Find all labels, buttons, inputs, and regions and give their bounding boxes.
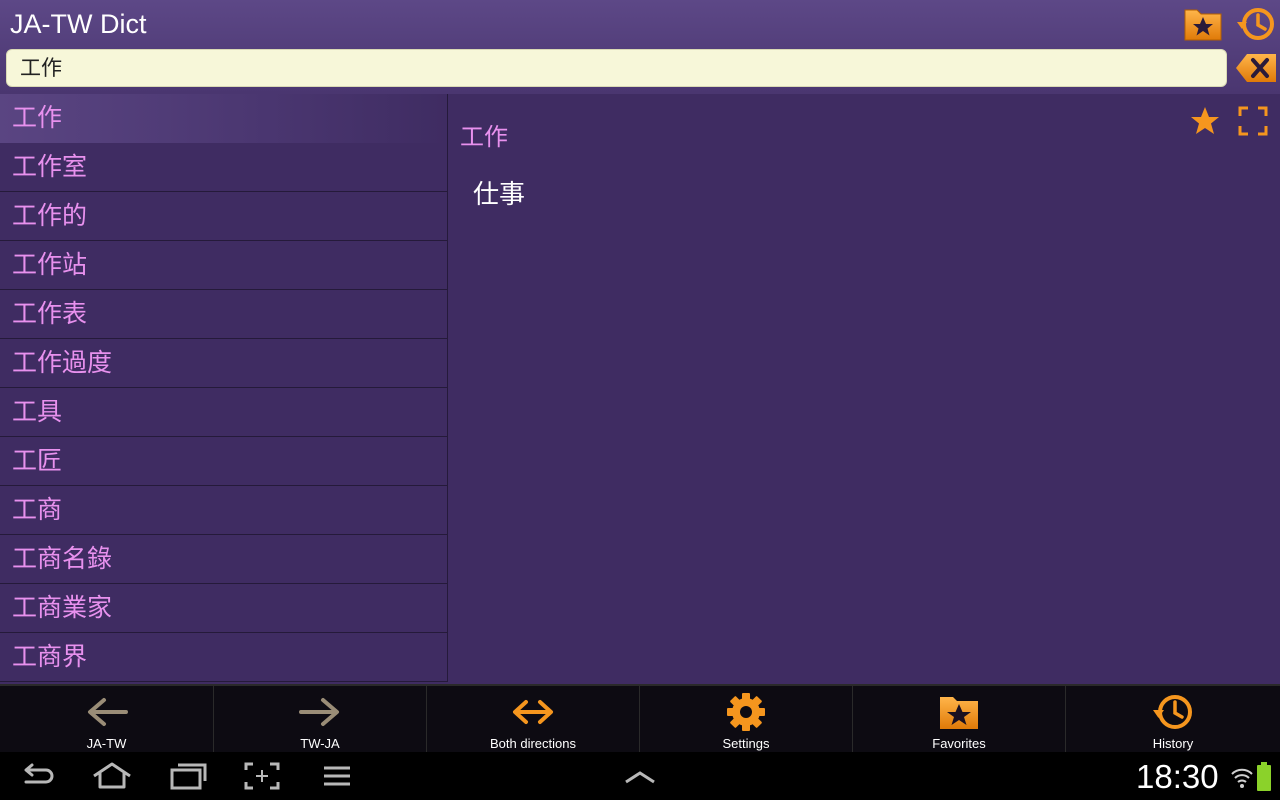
battery-icon: [1257, 762, 1271, 791]
tool-label: JA-TW: [86, 736, 127, 751]
chevron-up-icon: [625, 771, 655, 784]
favorites-button[interactable]: [1182, 4, 1224, 44]
recent-apps-button[interactable]: [168, 760, 208, 792]
tool-label: Settings: [722, 736, 770, 751]
definition-text: 仕事: [473, 180, 526, 210]
recent-apps-icon: [170, 763, 207, 790]
list-item[interactable]: 工商界: [0, 633, 448, 682]
screenshot-button[interactable]: [243, 760, 283, 792]
definition-headword: 工作: [460, 123, 508, 151]
arrow-left-icon: [87, 698, 128, 726]
gear-icon: [727, 693, 765, 731]
back-button[interactable]: [18, 760, 58, 792]
action-bar: JA-TW Dict 工作: [0, 0, 1280, 94]
list-item[interactable]: 工具: [0, 388, 448, 437]
add-favorite-button[interactable]: [1188, 104, 1222, 138]
wifi-icon: [1231, 768, 1253, 788]
list-item[interactable]: 工作室: [0, 143, 448, 192]
backspace-clear-icon: [1236, 54, 1276, 82]
history-clock-icon: [1153, 695, 1192, 729]
favorites-tool-button[interactable]: Favorites: [853, 686, 1066, 752]
tw-ja-button[interactable]: TW-JA: [214, 686, 427, 752]
list-item[interactable]: 工作表: [0, 290, 448, 339]
ja-tw-button[interactable]: JA-TW: [0, 686, 214, 752]
back-icon: [24, 763, 54, 784]
list-item[interactable]: 工作過度: [0, 339, 448, 388]
bottom-toolbar: JA-TW TW-JA Both directions Settings Fav…: [0, 684, 1280, 752]
star-icon: [1191, 107, 1219, 134]
menu-button[interactable]: [318, 760, 358, 792]
tool-label: Favorites: [932, 736, 986, 751]
both-directions-button[interactable]: Both directions: [427, 686, 640, 752]
list-item[interactable]: 工商: [0, 486, 448, 535]
list-item[interactable]: 工商名錄: [0, 535, 448, 584]
favorites-folder-star-icon: [940, 697, 978, 729]
fullscreen-button[interactable]: [1236, 104, 1270, 138]
list-item[interactable]: 工商業家: [0, 584, 448, 633]
home-icon: [93, 762, 131, 789]
tool-label: Both directions: [490, 736, 576, 751]
tool-label: History: [1152, 736, 1194, 751]
history-button[interactable]: [1235, 4, 1277, 44]
list-item-selected[interactable]: 工作: [0, 94, 448, 143]
app-title: JA-TW Dict: [10, 9, 147, 39]
list-item[interactable]: 工作的: [0, 192, 448, 241]
history-tool-button[interactable]: History: [1066, 686, 1280, 752]
search-input[interactable]: 工作: [6, 49, 1227, 87]
fullscreen-icon: [1238, 106, 1268, 136]
history-clock-icon: [1237, 8, 1274, 40]
arrow-both-icon: [513, 700, 553, 724]
screenshot-icon: [244, 762, 280, 790]
list-item[interactable]: 工作站: [0, 241, 448, 290]
word-list: 工作 工作室 工作的 工作站 工作表 工作過度 工具 工匠 工商 工商名錄 工商…: [0, 94, 448, 682]
favorites-folder-star-icon: [1184, 9, 1222, 41]
clear-search-button[interactable]: [1234, 51, 1278, 85]
menu-icon: [324, 766, 350, 786]
system-nav-bar: 18:30: [0, 752, 1280, 800]
settings-button[interactable]: Settings: [640, 686, 853, 752]
status-clock: 18:30: [1136, 758, 1219, 795]
tool-label: TW-JA: [300, 736, 340, 751]
app-window: JA-TW Dict 工作 工作 工作室 工作的 工作站 工作表 工作過度 工具…: [0, 0, 1280, 800]
list-item[interactable]: 工匠: [0, 437, 448, 486]
expand-button[interactable]: [620, 760, 660, 792]
definition-pane: 工作 仕事: [448, 94, 1280, 684]
home-button[interactable]: [92, 760, 132, 792]
arrow-right-icon: [299, 698, 339, 726]
